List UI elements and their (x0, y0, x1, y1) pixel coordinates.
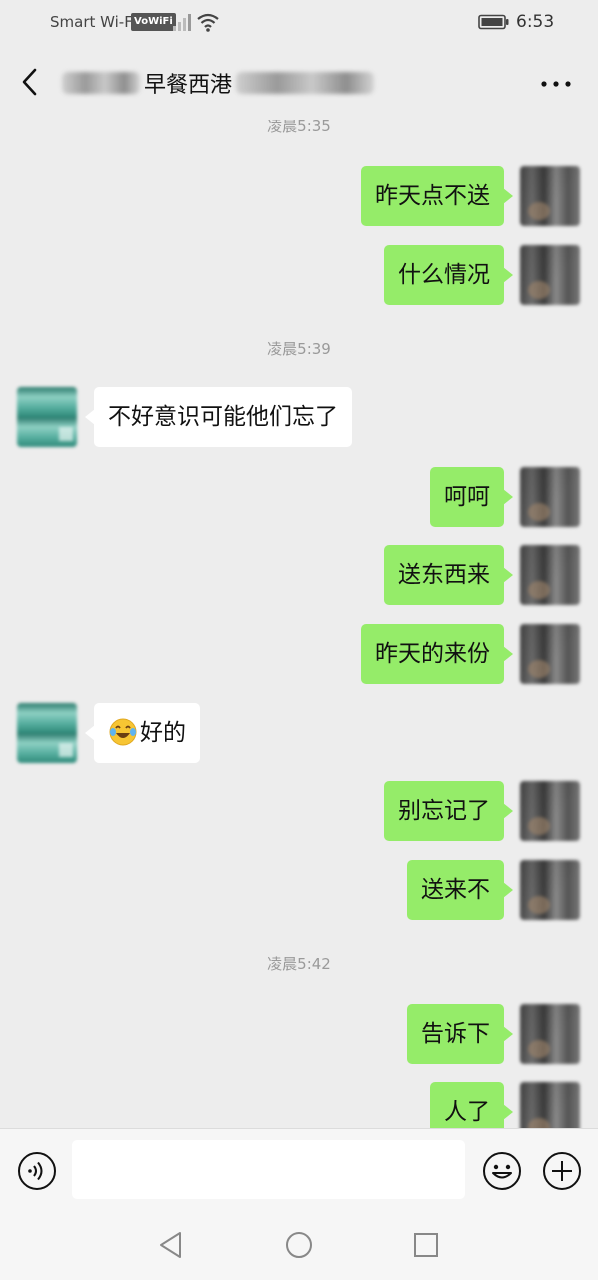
my-avatar[interactable] (520, 245, 580, 305)
message-row-outgoing: 什么情况 (0, 245, 598, 307)
redacted-name-part (236, 72, 375, 94)
plus-icon[interactable] (542, 1151, 582, 1191)
redacted-name-part (62, 72, 140, 94)
contact-avatar[interactable] (17, 703, 77, 763)
message-bubble[interactable]: 不好意识可能他们忘了 (85, 387, 352, 447)
message-bubble[interactable]: 送东西来 (384, 545, 513, 605)
contact-avatar[interactable] (17, 387, 77, 447)
message-input[interactable] (72, 1140, 465, 1199)
my-avatar[interactable] (520, 1004, 580, 1064)
message-row-incoming: 不好意识可能他们忘了 (0, 387, 598, 449)
status-bar: Smart Wi-Fi VoWiFi 6:53 (0, 0, 598, 44)
message-row-outgoing: 昨天的来份 (0, 624, 598, 686)
message-row-outgoing: 送东西来 (0, 545, 598, 607)
message-bubble[interactable]: 别忘记了 (384, 781, 513, 841)
message-bubble[interactable]: 什么情况 (384, 245, 513, 305)
timestamp: 凌晨5:39 (267, 340, 331, 358)
clock-time: 6:53 (516, 12, 555, 32)
message-row-outgoing: 人了 (0, 1082, 598, 1128)
message-row-outgoing: 告诉下 (0, 1004, 598, 1066)
chat-screen: Smart Wi-Fi VoWiFi 6:53 早餐西港 凌晨5:35 昨天点不… (0, 0, 598, 1280)
chat-title-text: 早餐西港 (144, 73, 233, 98)
timestamp: 凌晨5:42 (267, 955, 331, 973)
my-avatar[interactable] (520, 860, 580, 920)
carrier-label: Smart Wi-Fi (50, 13, 136, 31)
message-bubble[interactable]: 告诉下 (407, 1004, 513, 1064)
chat-title: 早餐西港 (62, 66, 375, 100)
timestamp: 凌晨5:35 (267, 120, 331, 135)
crying-laughing-emoji-icon (109, 718, 137, 745)
message-bubble[interactable]: 呵呵 (430, 467, 513, 527)
my-avatar[interactable] (520, 467, 580, 527)
message-text: 好的 (140, 720, 186, 746)
message-bubble[interactable]: 人了 (430, 1082, 513, 1128)
signal-icon (173, 14, 191, 31)
message-bubble[interactable]: 昨天的来份 (361, 624, 513, 684)
chat-header: 早餐西港 (0, 44, 598, 120)
system-navigation-bar (0, 1210, 598, 1280)
message-row-outgoing: 呵呵 (0, 467, 598, 529)
voice-icon[interactable] (17, 1151, 57, 1191)
message-list[interactable]: 凌晨5:35 昨天点不送 什么情况 凌晨5:39 不好意识可能他们忘了 呵呵 送… (0, 120, 598, 1128)
emoji-icon[interactable] (482, 1151, 522, 1191)
my-avatar[interactable] (520, 545, 580, 605)
my-avatar[interactable] (520, 1082, 580, 1128)
wifi-icon (197, 13, 219, 32)
message-row-outgoing: 别忘记了 (0, 781, 598, 843)
message-bubble[interactable]: 昨天点不送 (361, 166, 513, 226)
message-bubble[interactable]: 送来不 (407, 860, 513, 920)
message-row-incoming: 好的 (0, 703, 598, 765)
message-row-outgoing: 昨天点不送 (0, 166, 598, 228)
nav-recents-icon[interactable] (411, 1230, 441, 1260)
nav-back-icon[interactable] (156, 1230, 186, 1260)
battery-icon (478, 14, 509, 30)
my-avatar[interactable] (520, 624, 580, 684)
my-avatar[interactable] (520, 166, 580, 226)
my-avatar[interactable] (520, 781, 580, 841)
more-dots-icon[interactable] (540, 78, 572, 90)
nav-home-icon[interactable] (284, 1230, 314, 1260)
input-bar (0, 1128, 598, 1210)
message-bubble[interactable]: 好的 (85, 703, 200, 763)
back-arrow-icon[interactable] (18, 66, 42, 98)
vowifi-badge: VoWiFi (131, 13, 176, 31)
message-row-outgoing: 送来不 (0, 860, 598, 922)
